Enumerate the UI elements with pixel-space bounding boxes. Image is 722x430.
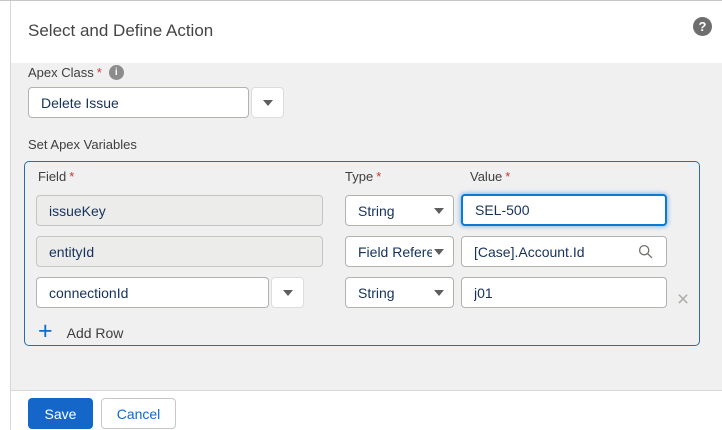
apex-class-label: Apex Class (28, 65, 94, 80)
chevron-down-icon (434, 290, 444, 296)
value-input-row2[interactable] (461, 236, 667, 267)
value-input-row3[interactable] (461, 277, 667, 308)
field-dropdown-button-row3[interactable] (271, 277, 304, 308)
help-icon[interactable]: ? (693, 17, 712, 36)
value-input-row1[interactable] (461, 194, 667, 226)
field-input-row1 (36, 195, 323, 226)
chevron-down-icon (283, 290, 293, 296)
apex-class-label-row: Apex Class * i (28, 65, 124, 80)
remove-row-icon[interactable]: × (672, 288, 694, 310)
add-row-button[interactable]: + Add Row (38, 319, 123, 343)
search-icon[interactable] (638, 244, 653, 259)
chevron-down-icon (434, 249, 444, 255)
plus-icon: + (38, 319, 53, 343)
required-asterisk: * (376, 169, 381, 184)
set-apex-variables-label: Set Apex Variables (28, 137, 137, 152)
cancel-button[interactable]: Cancel (101, 398, 176, 429)
column-header-type: Type * (345, 169, 381, 184)
type-select-row3[interactable]: String (345, 277, 454, 308)
save-button[interactable]: Save (28, 398, 93, 429)
required-asterisk: * (97, 65, 102, 80)
field-input-row2 (36, 236, 323, 267)
select-define-action-panel: Select and Define Action ? Apex Class * … (0, 0, 722, 430)
footer-divider (11, 390, 722, 391)
type-select-row1[interactable]: String (345, 195, 454, 226)
chevron-down-icon (263, 100, 273, 106)
apex-class-input[interactable] (28, 87, 249, 118)
field-input-row3[interactable] (36, 277, 269, 308)
column-header-value: Value * (470, 169, 510, 184)
required-asterisk: * (505, 169, 510, 184)
info-icon[interactable]: i (109, 65, 124, 80)
page-title: Select and Define Action (28, 21, 213, 41)
chevron-down-icon (434, 208, 444, 214)
type-select-row2[interactable]: Field Reference (345, 236, 454, 267)
column-header-field: Field * (38, 169, 74, 184)
add-row-label: Add Row (67, 322, 124, 341)
required-asterisk: * (69, 169, 74, 184)
apex-class-dropdown-button[interactable] (251, 87, 284, 118)
